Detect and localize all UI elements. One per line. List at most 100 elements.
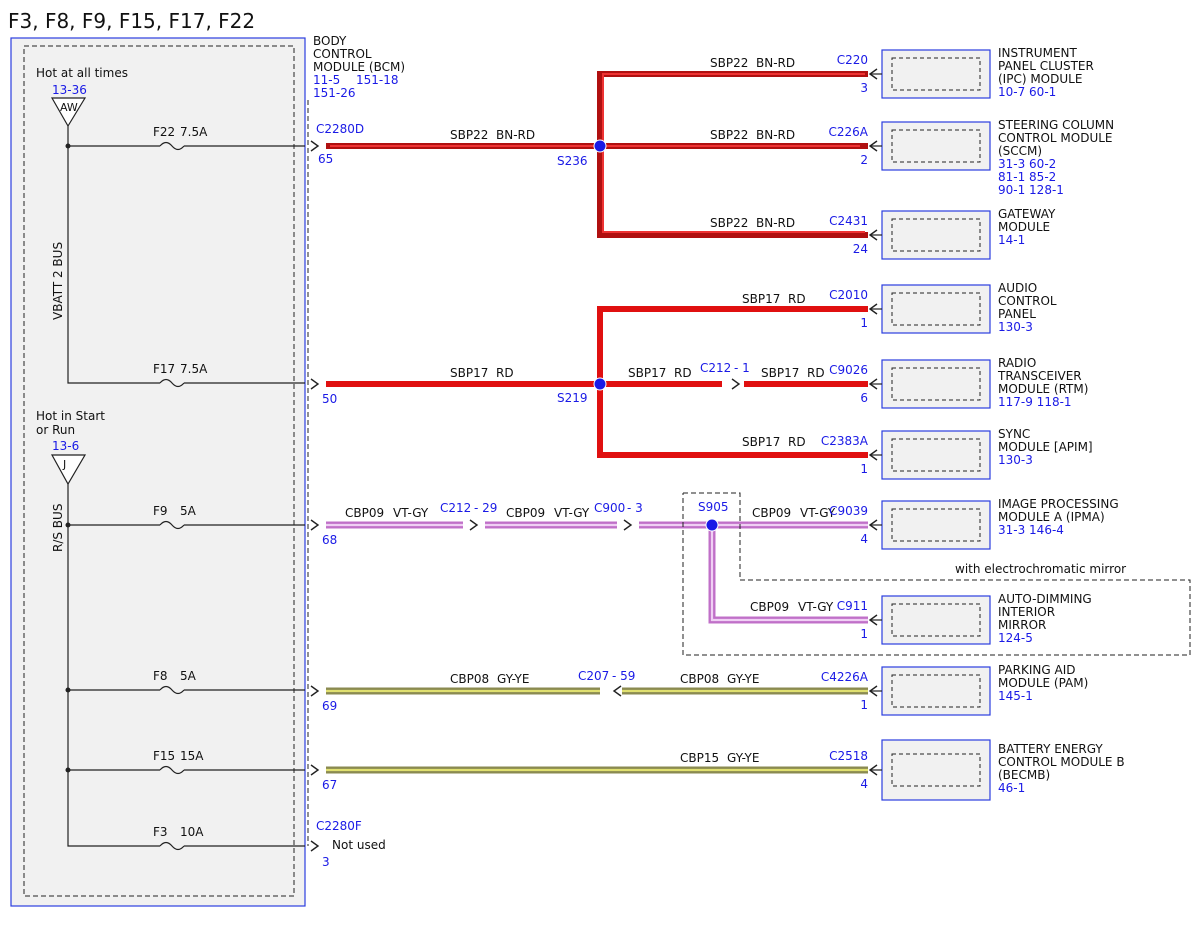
module-pin: 1 <box>860 698 868 712</box>
wire-segment <box>602 73 865 233</box>
fuse-rating: 10A <box>180 825 204 839</box>
connector-arrow-icon <box>310 764 320 776</box>
module-box[interactable] <box>881 595 991 645</box>
module-box[interactable] <box>881 500 991 550</box>
inline-connector-c207[interactable]: C207 <box>578 669 609 683</box>
module-name: INTERIOR <box>998 605 1055 619</box>
module-box[interactable] <box>881 430 991 480</box>
module-pin: 2 <box>860 153 868 167</box>
module-connector[interactable]: C2010 <box>829 288 868 302</box>
module-connector[interactable]: C2518 <box>829 749 868 763</box>
bcm-connector-c2280f[interactable]: C2280F <box>316 819 362 833</box>
module-box[interactable] <box>881 121 991 171</box>
module-name: STEERING COLUMN <box>998 118 1114 132</box>
module-name: SYNC <box>998 427 1030 441</box>
bus-node <box>65 143 71 149</box>
module-ref[interactable]: 145-1 <box>998 689 1033 703</box>
module-ref[interactable]: 130-3 <box>998 320 1033 334</box>
module-ref[interactable]: 90-1 128-1 <box>998 183 1064 197</box>
module-name: MODULE <box>998 220 1050 234</box>
wire-color-vtgy: VT-GY <box>798 600 834 614</box>
fuse-name: F22 <box>153 125 175 139</box>
module-name: PANEL CLUSTER <box>998 59 1094 73</box>
wire-label-cbp09: CBP09 <box>750 600 789 614</box>
module-ref[interactable]: 10-7 60-1 <box>998 85 1056 99</box>
bcm-pin: 69 <box>322 699 337 713</box>
module-ref[interactable]: 46-1 <box>998 781 1025 795</box>
splice-s236[interactable] <box>593 139 607 153</box>
module-ref[interactable]: 31-3 146-4 <box>998 523 1064 537</box>
fuse-name: F15 <box>153 749 175 763</box>
module-connector[interactable]: C9039 <box>829 504 868 518</box>
bcm-label-2: CONTROL <box>313 47 372 61</box>
module-box[interactable] <box>881 359 991 409</box>
module-box[interactable] <box>881 210 991 260</box>
page-title: F3, F8, F9, F15, F17, F22 <box>8 9 255 33</box>
module-name: IMAGE PROCESSING <box>998 497 1119 511</box>
bcm-connector-c2280d[interactable]: C2280D <box>316 122 364 136</box>
wire-label-cbp09: CBP09 <box>752 506 791 520</box>
module-connector[interactable]: C220 <box>837 53 868 67</box>
not-used-label: Not used <box>332 838 386 852</box>
wire-label-cbp08: CBP08 <box>680 672 719 686</box>
inline-connector-c207-pin: - 59 <box>612 669 635 683</box>
connector-arrow-icon <box>310 840 320 852</box>
module-ref[interactable]: 81-1 85-2 <box>998 170 1056 184</box>
wire-label-sbp22: SBP22 <box>710 216 748 230</box>
module-ref[interactable]: 117-9 118-1 <box>998 395 1072 409</box>
module-connector[interactable]: C4226A <box>821 670 869 684</box>
wire-color-gyye: GY-YE <box>497 672 529 686</box>
bcm-ref-1[interactable]: 11-5 <box>313 73 340 87</box>
module-name: MIRROR <box>998 618 1046 632</box>
bcm-pin: 67 <box>322 778 337 792</box>
bcm-ref-3[interactable]: 151-26 <box>313 86 356 100</box>
module-pin: 3 <box>860 81 868 95</box>
module-box[interactable] <box>881 284 991 334</box>
module-box[interactable] <box>881 49 991 99</box>
module-name: (SCCM) <box>998 144 1042 158</box>
inline-connector-c212[interactable]: C212 <box>440 501 471 515</box>
wire-color-rd: RD <box>807 366 825 380</box>
bcm-pin: 68 <box>322 533 337 547</box>
module-name: BATTERY ENERGY <box>998 742 1103 756</box>
hot-in-start-ref[interactable]: 13-6 <box>52 439 79 453</box>
module-connector[interactable]: C2383A <box>821 434 869 448</box>
fuse-box <box>10 37 306 907</box>
hot-in-start-label-2: or Run <box>36 423 75 437</box>
module-ref[interactable]: 31-3 60-2 <box>998 157 1056 171</box>
connector-arrow-icon <box>731 378 741 390</box>
aw-label: AW <box>60 101 78 114</box>
splice-s219[interactable] <box>593 377 607 391</box>
module-box[interactable] <box>881 666 991 716</box>
module-connector[interactable]: C226A <box>829 125 869 139</box>
module-name: MODULE (RTM) <box>998 382 1088 396</box>
inline-connector-c900-pin: - 3 <box>627 501 643 515</box>
wire-label-sbp17: SBP17 <box>742 292 780 306</box>
module-ref[interactable]: 14-1 <box>998 233 1025 247</box>
module-ref[interactable]: 124-5 <box>998 631 1033 645</box>
module-name: MODULE [APIM] <box>998 440 1093 454</box>
module-ref[interactable]: 130-3 <box>998 453 1033 467</box>
hot-at-all-times-ref[interactable]: 13-36 <box>52 83 87 97</box>
module-name: AUDIO <box>998 281 1037 295</box>
module-name: MODULE (PAM) <box>998 676 1088 690</box>
splice-s905[interactable] <box>705 518 719 532</box>
module-name: (IPC) MODULE <box>998 72 1082 86</box>
inline-connector-c900[interactable]: C900 <box>594 501 625 515</box>
bcm-ref-2[interactable]: 151-18 <box>356 73 399 87</box>
module-name: AUTO-DIMMING <box>998 592 1092 606</box>
module-connector[interactable]: C911 <box>837 599 868 613</box>
module-pin: 6 <box>860 391 868 405</box>
module-name: INSTRUMENT <box>998 46 1077 60</box>
module-name: GATEWAY <box>998 207 1056 221</box>
wires <box>310 68 878 852</box>
module-connector[interactable]: C2431 <box>829 214 868 228</box>
bus-node <box>65 767 71 773</box>
inline-connector-c212[interactable]: C212 <box>700 361 731 375</box>
module-box[interactable] <box>881 739 991 801</box>
module-connector[interactable]: C9026 <box>829 363 868 377</box>
fuse-name: F17 <box>153 362 175 376</box>
bus-node <box>65 687 71 693</box>
module-name: RADIO <box>998 356 1036 370</box>
bcm-pin: 65 <box>318 152 333 166</box>
